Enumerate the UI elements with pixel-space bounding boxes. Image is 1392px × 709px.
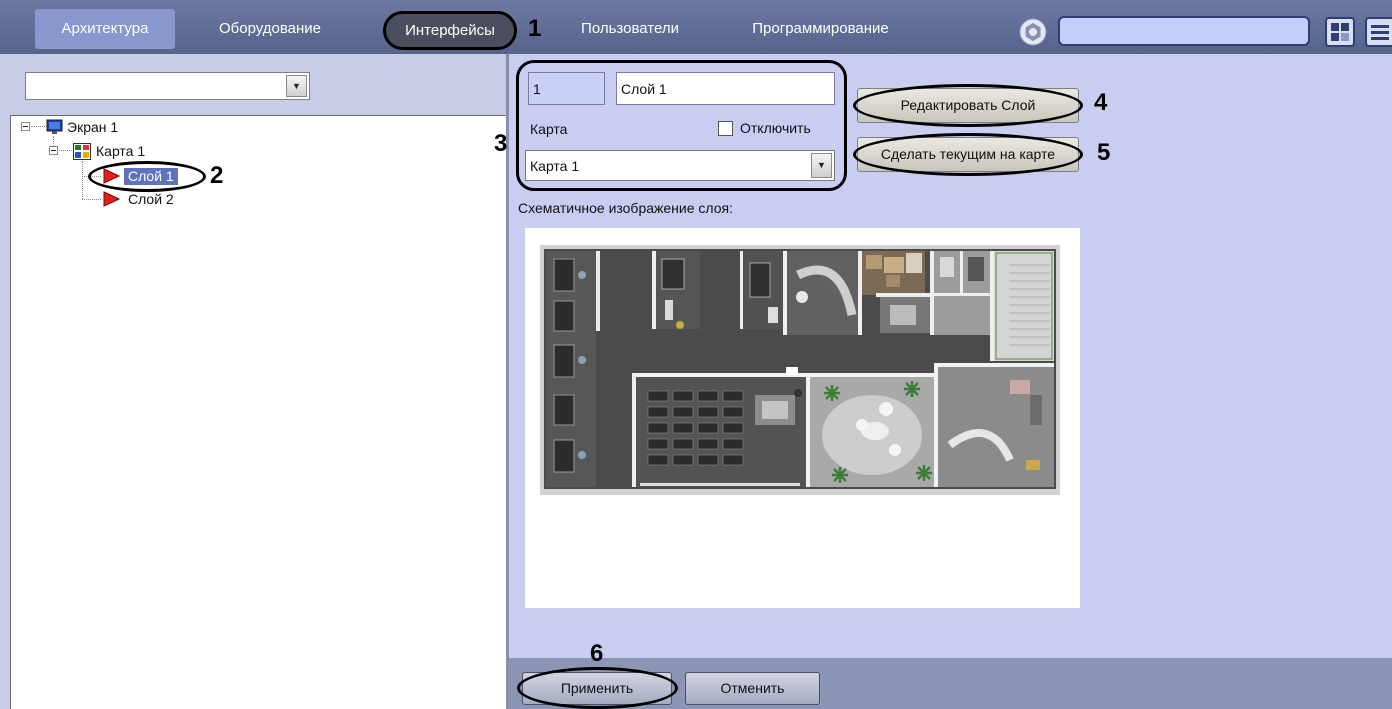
tab-programming[interactable]: Программирование [728,9,913,49]
room-top-office-2 [740,251,783,329]
tree-connector-line [31,126,45,127]
preview-label: Схематичное изображение слоя: [518,200,733,216]
collapse-toggle-screen[interactable] [21,122,30,131]
settings-icon[interactable] [1019,18,1047,46]
annotation-number-5: 5 [1097,139,1111,166]
tree-item-layer-2[interactable]: Слой 2 [128,191,174,208]
room-left-offices [546,251,600,487]
tree-item-map[interactable]: Карта 1 [96,143,145,160]
tree-connector-line [82,161,83,199]
search-input[interactable] [1058,16,1310,46]
annotation-ellipse-apply [517,667,678,709]
annotation-number-2: 2 [210,162,224,189]
layer-arrow-icon [102,191,121,210]
tree-connector-line [53,136,54,146]
monitor-icon [46,119,63,138]
annotation-ellipse-layer-1 [88,161,206,192]
annotation-ellipse-edit-layer [853,84,1083,127]
room-top-office-1 [652,251,700,329]
top-navigation-bar: Архитектура Оборудование Интерфейсы Поль… [0,0,1392,54]
annotation-number-6: 6 [590,640,604,667]
tree-connector-line [82,199,101,200]
room-classroom [632,373,806,487]
annotation-number-4: 4 [1094,89,1108,116]
tab-equipment[interactable]: Оборудование [195,9,345,49]
chevron-down-icon[interactable]: ▼ [286,75,307,97]
tab-users[interactable]: Пользователи [560,9,700,49]
cancel-button[interactable]: Отменить [685,672,820,705]
object-filter-dropdown[interactable]: ▼ [25,72,310,100]
floor-plan-image [540,245,1060,495]
tab-interfaces[interactable]: Интерфейсы [383,11,517,50]
annotation-ellipse-make-current [853,133,1083,176]
tree-item-screen[interactable]: Экран 1 [67,119,118,136]
menu-icon[interactable] [1365,17,1392,47]
room-office-right [934,363,1054,487]
room-meeting [783,251,862,335]
grid-layout-icon[interactable] [1325,17,1355,47]
annotation-outline-layer-form [516,60,847,191]
layer-preview [525,228,1080,608]
tab-architecture[interactable]: Архитектура [35,9,175,49]
annotation-number-1: 1 [528,15,542,42]
stairs [990,251,1054,361]
room-utility [930,251,990,335]
annotation-number-3: 3 [494,130,508,157]
room-lounge [806,373,934,487]
object-tree [10,115,508,709]
collapse-toggle-map[interactable] [49,146,58,155]
map-icon [73,143,91,163]
tree-connector-line [59,150,72,151]
